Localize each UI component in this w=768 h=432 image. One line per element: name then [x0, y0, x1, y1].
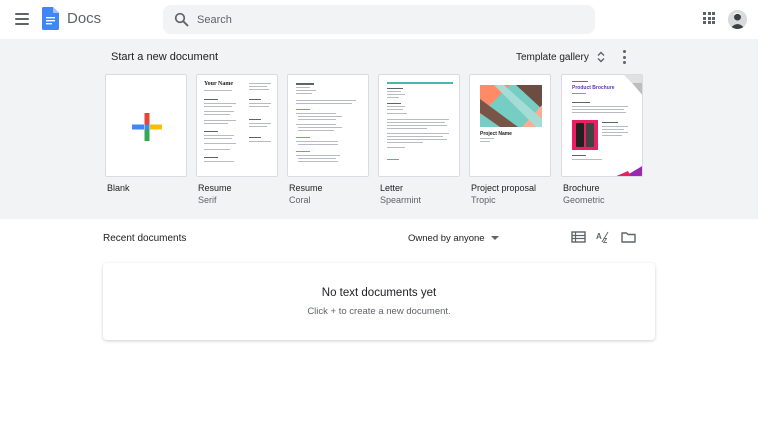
unfold-icon [597, 51, 605, 63]
template-thumbnail[interactable] [378, 74, 460, 177]
search-icon[interactable] [174, 12, 189, 27]
template-resume-coral[interactable]: Resume Coral [287, 74, 369, 205]
template-name: Project proposal [471, 183, 537, 193]
template-thumbnail[interactable] [287, 74, 369, 177]
template-section: Start a new document Template gallery Bl… [0, 39, 758, 219]
template-brochure-geometric[interactable]: Product Brochure Brochure Geometric [561, 74, 643, 205]
empty-state-subtitle: Click + to create a new document. [307, 306, 451, 317]
thumbnail-heading: Project Name [480, 131, 512, 137]
folder-icon[interactable] [621, 230, 636, 244]
recent-documents-title: Recent documents [103, 233, 187, 244]
template-name: Resume [289, 183, 323, 193]
thumbnail-heading: Product Brochure [572, 85, 615, 91]
apps-grid-icon[interactable] [703, 12, 715, 24]
template-thumbnail[interactable]: Your Name [196, 74, 278, 177]
main-menu-icon[interactable] [12, 9, 32, 29]
template-thumbnail[interactable]: Product Brochure [561, 74, 643, 177]
empty-state-card: No text documents yet Click + to create … [103, 263, 655, 340]
template-gallery-button[interactable]: Template gallery [512, 47, 609, 67]
owner-filter-dropdown[interactable]: Owned by anyone [408, 231, 499, 245]
search-bar[interactable] [163, 5, 595, 34]
template-name: Resume [198, 183, 232, 193]
template-blank[interactable]: Blank [105, 74, 187, 193]
owner-filter-label: Owned by anyone [408, 232, 485, 244]
template-subtitle: Spearmint [380, 195, 422, 205]
template-name: Letter [380, 183, 404, 193]
section-title: Start a new document [111, 51, 219, 63]
template-subtitle: Serif [198, 195, 217, 205]
template-subtitle: Coral [289, 195, 311, 205]
caret-down-icon [490, 236, 499, 240]
account-avatar[interactable] [728, 10, 747, 29]
empty-state-title: No text documents yet [321, 287, 437, 299]
app-title[interactable]: Docs [67, 10, 101, 27]
template-thumbnail[interactable]: Project Name [469, 74, 551, 177]
docs-logo-icon[interactable] [42, 7, 59, 30]
template-project-proposal-tropic[interactable]: Project Name Project proposal Tropic [469, 74, 551, 205]
template-subtitle: Geometric [563, 195, 605, 205]
template-subtitle: Tropic [471, 195, 496, 205]
template-gallery-label: Template gallery [516, 51, 589, 63]
more-options-icon[interactable] [617, 49, 631, 65]
thumbnail-heading: Your Name [204, 81, 234, 87]
top-bar: Docs [0, 0, 768, 39]
plus-icon [132, 113, 162, 141]
tropic-graphic [480, 85, 542, 127]
template-name: Brochure [563, 183, 600, 193]
template-letter-spearmint[interactable]: Letter Spearmint [378, 74, 460, 205]
template-thumbnail[interactable] [105, 74, 187, 177]
template-name: Blank [107, 183, 130, 193]
sort-az-icon[interactable]: A Z [596, 230, 611, 244]
svg-text:A: A [596, 232, 602, 241]
list-view-icon[interactable] [571, 230, 586, 244]
template-resume-serif[interactable]: Your Name Resume Serif [196, 74, 278, 205]
search-input[interactable] [197, 5, 577, 34]
